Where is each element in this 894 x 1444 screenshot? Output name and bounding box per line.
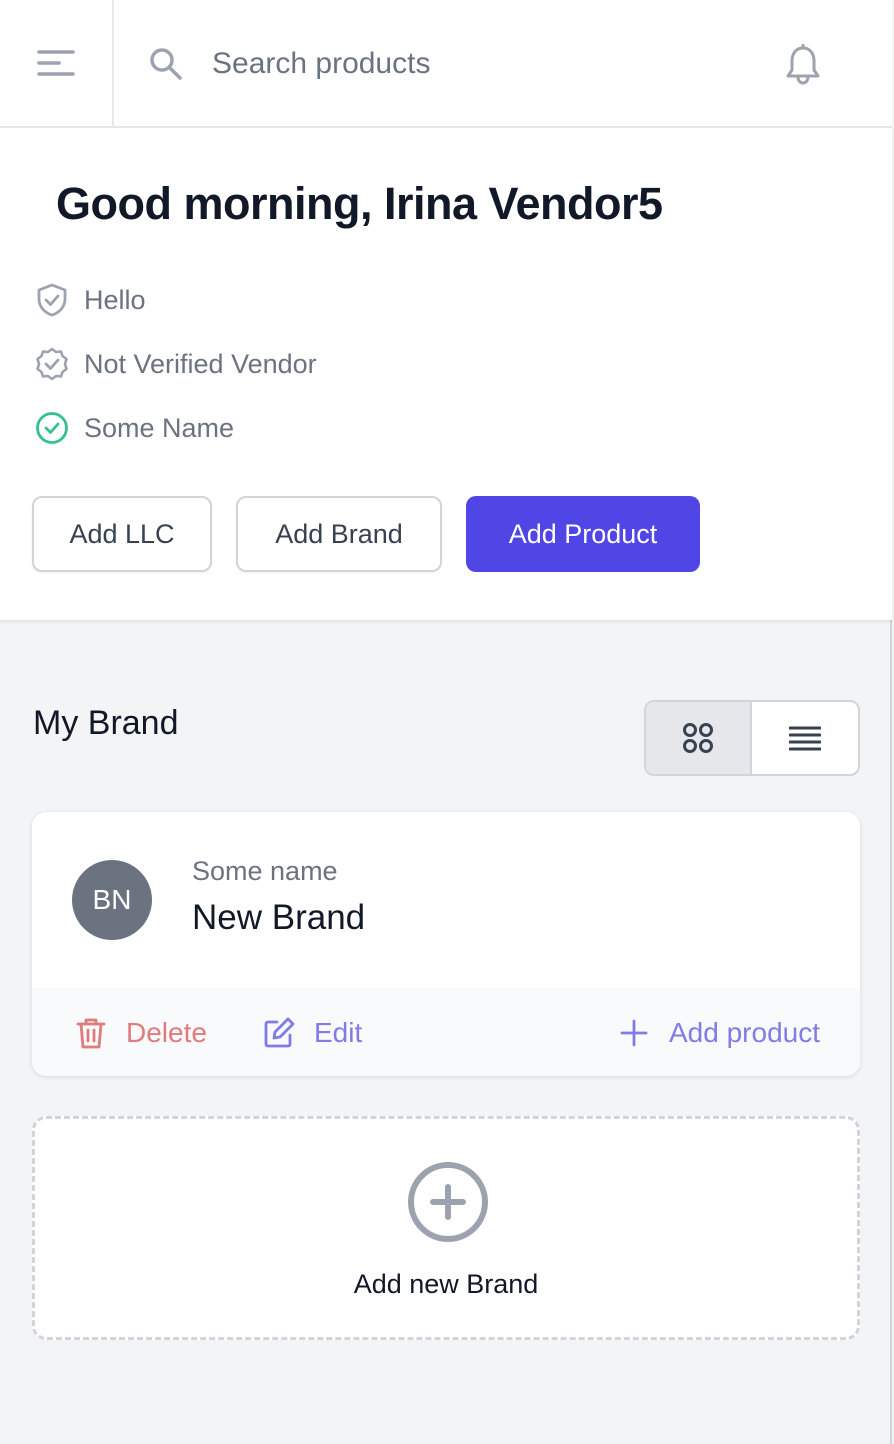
delete-label: Delete	[126, 1017, 207, 1048]
add-product-label: Add product	[669, 1017, 820, 1048]
shield-check-icon	[37, 283, 67, 317]
list-view-button[interactable]	[752, 702, 858, 774]
add-product-to-brand-button[interactable]: Add product	[617, 1012, 820, 1054]
badge-name: Some Name	[34, 408, 234, 448]
list-view-icon	[789, 726, 821, 751]
add-brand-button[interactable]: Add Brand	[236, 496, 442, 572]
page-title: Good morning, Irina Vendor5	[56, 178, 663, 229]
trash-icon	[76, 1018, 106, 1049]
top-bar	[0, 0, 892, 128]
section-title: My Brand	[33, 704, 179, 742]
add-llc-button[interactable]: Add LLC	[32, 496, 212, 572]
search-input[interactable]	[212, 40, 732, 88]
badge-label: Some Name	[84, 412, 235, 443]
plus-icon	[620, 1019, 648, 1047]
badge-label: Not Verified Vendor	[84, 348, 317, 379]
greeting-panel: Good morning, Irina Vendor5 Hello Not Ve…	[0, 128, 892, 620]
view-toggle	[644, 700, 860, 776]
bell-icon	[786, 44, 820, 85]
grid-view-icon	[683, 723, 713, 753]
search-bar	[114, 0, 754, 126]
page: Good morning, Irina Vendor5 Hello Not Ve…	[0, 0, 892, 1444]
brand-card: BN Some name New Brand Delete Edit Add p…	[32, 812, 860, 1076]
brand-card-actions: Delete Edit Add product	[32, 988, 860, 1076]
notifications-button[interactable]	[780, 42, 826, 88]
badge-hello: Hello	[34, 280, 146, 320]
menu-alt-icon	[37, 50, 75, 76]
brand-name: New Brand	[192, 898, 366, 937]
brand-subtitle: Some name	[192, 856, 338, 886]
add-new-brand-label: Add new Brand	[353, 1269, 539, 1299]
badge-label: Hello	[84, 284, 146, 315]
add-product-button[interactable]: Add Product	[466, 496, 700, 572]
badge-check-icon	[36, 347, 68, 381]
search-icon	[150, 48, 182, 80]
plus-circle-icon	[408, 1162, 488, 1242]
check-circle-icon	[36, 412, 68, 444]
grid-view-button[interactable]	[646, 702, 753, 774]
badge-vendor-status: Not Verified Vendor	[34, 344, 317, 384]
edit-label: Edit	[314, 1017, 363, 1048]
brand-avatar: BN	[72, 860, 152, 940]
edit-brand-button[interactable]: Edit	[262, 1012, 362, 1054]
menu-button[interactable]	[0, 0, 114, 126]
add-new-brand-card[interactable]: Add new Brand	[32, 1116, 860, 1340]
edit-icon	[264, 1017, 295, 1048]
delete-brand-button[interactable]: Delete	[74, 1012, 207, 1054]
